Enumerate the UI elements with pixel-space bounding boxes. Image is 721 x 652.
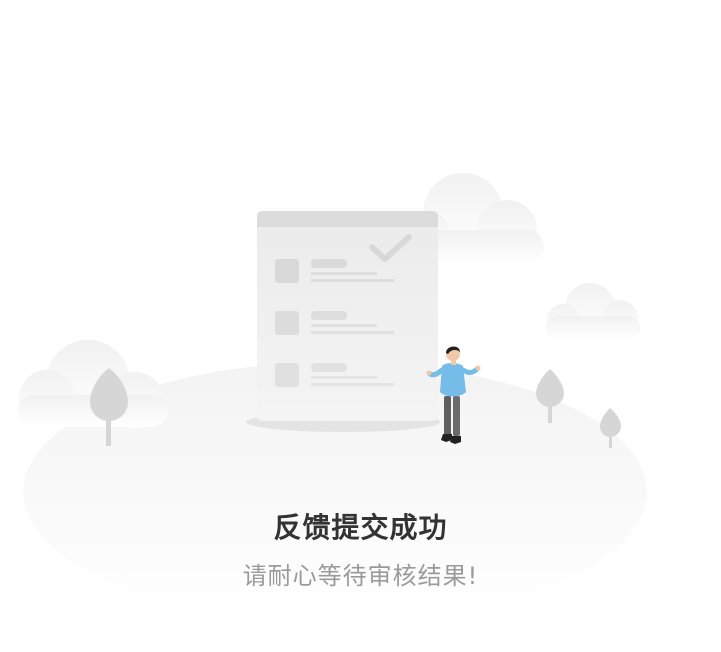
success-subtitle: 请耐心等待审核结果! [242, 562, 479, 590]
document-icon [257, 211, 438, 421]
success-title: 反馈提交成功 [273, 511, 448, 544]
feedback-success-illustration [18, 173, 647, 622]
cloud-right-icon [546, 283, 640, 340]
cloud-left-icon [18, 340, 168, 428]
